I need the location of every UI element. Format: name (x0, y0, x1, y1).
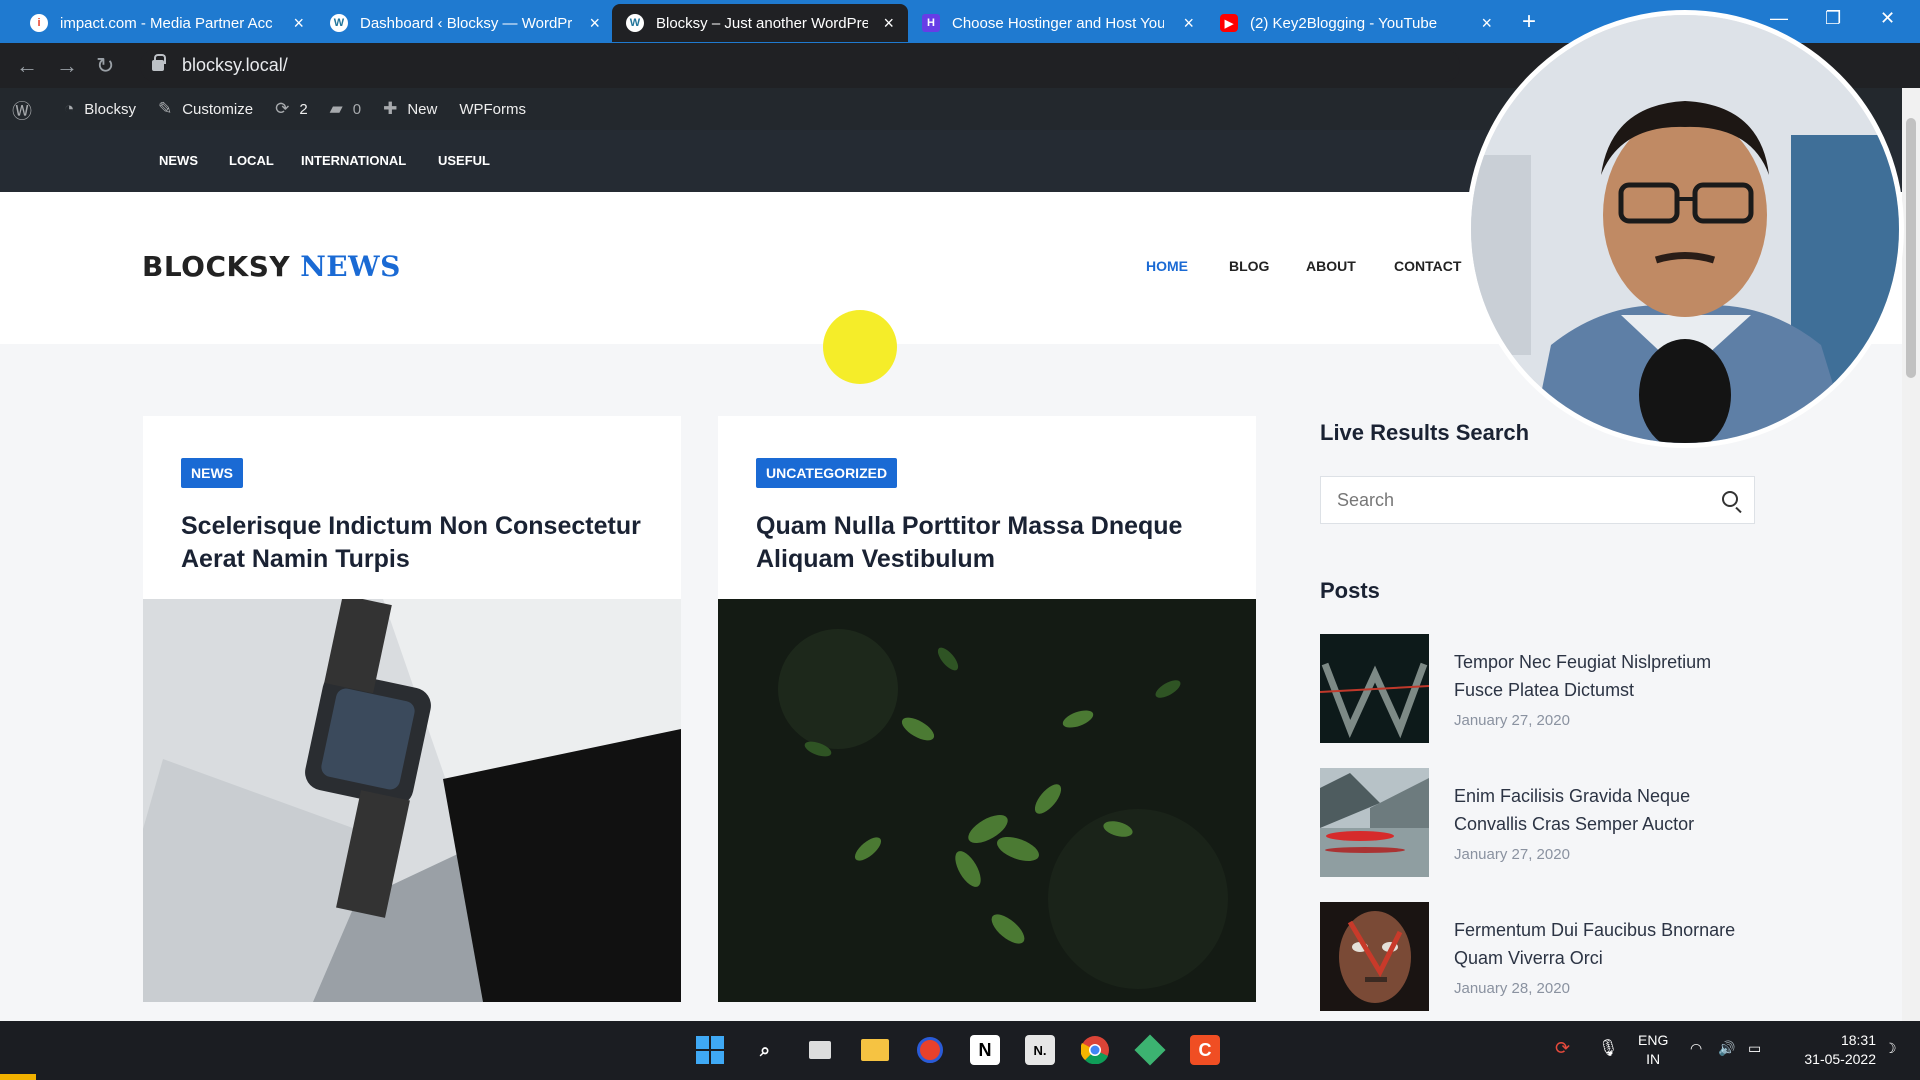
abstract-dark-thumb[interactable] (1320, 634, 1429, 743)
search-widget-title: Live Results Search (1320, 420, 1530, 445)
forward-icon[interactable]: → (56, 53, 78, 79)
nav-contact[interactable]: CONTACT (1394, 258, 1461, 274)
category-badge[interactable]: NEWS (181, 458, 243, 488)
top-menu-international[interactable]: INTERNATIONAL (301, 153, 406, 168)
wifi-icon[interactable]: ◠ (1690, 1039, 1702, 1058)
wordpress-icon: W (626, 14, 644, 32)
sidebar-post-title[interactable]: Tempor Nec Feugiat Nislpretium Fusce Pla… (1454, 648, 1754, 704)
sidebar-post-date: January 27, 2020 (1454, 712, 1570, 729)
windows-start-icon[interactable] (695, 1035, 725, 1065)
sync-icon[interactable]: ⟳ (1555, 1039, 1570, 1058)
notion-icon[interactable]: N (970, 1035, 1000, 1065)
close-tab-icon[interactable]: × (293, 13, 304, 34)
file-explorer-icon[interactable] (860, 1035, 890, 1065)
browser-tab-youtube[interactable]: ▶ (2) Key2Blogging - YouTube × (1206, 4, 1506, 42)
app-icon[interactable] (915, 1035, 945, 1065)
sidebar-post-date: January 27, 2020 (1454, 846, 1570, 863)
top-menu-news[interactable]: NEWS (159, 153, 198, 168)
search-icon[interactable] (1722, 491, 1738, 507)
nav-blog[interactable]: BLOG (1229, 258, 1269, 274)
search-input[interactable] (1337, 489, 1697, 511)
sidebar-post-title[interactable]: Fermentum Dui Faucibus Bnornare Quam Viv… (1454, 916, 1754, 972)
search-box (1320, 476, 1755, 524)
painted-face-thumb[interactable] (1320, 902, 1429, 1011)
lock-icon (152, 54, 166, 71)
taskbar-indicator (0, 1074, 36, 1080)
lake-boat-thumb[interactable] (1320, 768, 1429, 877)
search-taskbar-icon[interactable]: ⌕ (750, 1035, 780, 1065)
volume-icon[interactable]: 🔊 (1718, 1039, 1735, 1058)
back-icon[interactable]: ← (16, 53, 38, 79)
close-tab-icon[interactable]: × (883, 13, 894, 34)
post-title[interactable]: Scelerisque Indictum Non Consectetur Aer… (181, 510, 651, 576)
nav-about[interactable]: ABOUT (1306, 258, 1356, 274)
recorder-app-icon[interactable]: C (1190, 1035, 1220, 1065)
language-indicator[interactable]: ENG IN (1638, 1031, 1668, 1069)
microphone-icon[interactable]: 🎙 (1598, 1039, 1618, 1058)
cursor-highlight (823, 310, 897, 384)
dashboard-icon: ◔ (64, 99, 75, 118)
windows-taskbar: ⌕ N N. C ⟳ 🎙 ENG IN ◠ 🔊 ▭ 18:31 31-05-20… (0, 1021, 1920, 1080)
notes-app-icon[interactable]: N. (1025, 1035, 1055, 1065)
category-badge[interactable]: UNCATEGORIZED (756, 458, 898, 488)
youtube-icon: ▶ (1220, 14, 1238, 32)
presenter-video (1471, 15, 1899, 443)
webcam-overlay (1466, 10, 1904, 448)
post-title[interactable]: Quam Nulla Porttitor Massa Dneque Aliqua… (756, 510, 1226, 576)
close-tab-icon[interactable]: × (1183, 13, 1194, 34)
browser-tab-blocksy[interactable]: W Blocksy – Just another WordPress × (612, 4, 908, 42)
url-text: blocksy.local/ (182, 55, 288, 75)
post-card: NEWS Scelerisque Indictum Non Consectetu… (143, 416, 681, 1002)
scrollbar-thumb[interactable] (1906, 118, 1916, 378)
admin-new-link[interactable]: ✚ New (383, 99, 437, 119)
sidebar-post: Fermentum Dui Faucibus Bnornare Quam Viv… (1320, 902, 1760, 1012)
close-window-icon[interactable]: ✕ (1880, 8, 1895, 29)
posts-widget-title: Posts (1320, 578, 1380, 603)
close-tab-icon[interactable]: × (1481, 13, 1492, 34)
task-view-icon[interactable] (805, 1035, 835, 1065)
admin-site-link[interactable]: ◔ Blocksy (64, 99, 136, 119)
admin-updates-link[interactable]: ⟳ 2 (275, 99, 308, 119)
reload-icon[interactable]: ↻ (96, 53, 114, 79)
sidebar-post-date: January 28, 2020 (1454, 980, 1570, 997)
app-diamond-icon[interactable] (1134, 1034, 1166, 1066)
clock[interactable]: 18:31 31-05-2022 (1786, 1031, 1876, 1069)
site-logo[interactable]: BLOCKSY NEWS (142, 248, 401, 284)
maximize-icon[interactable]: ❐ (1825, 8, 1841, 29)
plus-icon: ✚ (383, 99, 398, 118)
browser-tab-impact[interactable]: i impact.com - Media Partner Acc × (16, 4, 318, 42)
top-menu-local[interactable]: LOCAL (229, 153, 274, 168)
notifications-icon[interactable]: ☽ (1884, 1039, 1897, 1058)
post-card: UNCATEGORIZED Quam Nulla Porttitor Massa… (718, 416, 1256, 1002)
updates-icon: ⟳ (275, 99, 290, 118)
smartwatch-and-phone-photo[interactable] (143, 599, 681, 1002)
admin-customize-link[interactable]: ✎ Customize (158, 99, 253, 119)
address-bar[interactable]: blocksy.local/ (140, 49, 1460, 82)
browser-tab-hostinger[interactable]: H Choose Hostinger and Host Your × (908, 4, 1208, 42)
page-scrollbar[interactable] (1902, 88, 1920, 1021)
admin-comments-link[interactable]: ▰ 0 (330, 99, 361, 119)
wordpress-logo-icon[interactable]: Ⓦ (12, 95, 42, 124)
browser-tab-dashboard[interactable]: W Dashboard ‹ Blocksy — WordPre × (316, 4, 614, 42)
brush-icon: ✎ (157, 99, 173, 118)
comment-icon: ▰ (329, 99, 343, 118)
chrome-icon[interactable] (1080, 1035, 1110, 1065)
close-tab-icon[interactable]: × (589, 13, 600, 34)
sidebar-post-title[interactable]: Enim Facilisis Gravida Neque Convallis C… (1454, 782, 1754, 838)
nav-home[interactable]: HOME (1146, 258, 1188, 274)
top-menu-useful[interactable]: USEFUL (438, 153, 490, 168)
wordpress-icon: W (330, 14, 348, 32)
sidebar-post: Tempor Nec Feugiat Nislpretium Fusce Pla… (1320, 634, 1760, 744)
battery-icon[interactable]: ▭ (1748, 1039, 1761, 1058)
hostinger-icon: H (922, 14, 940, 32)
green-leaves-photo[interactable] (718, 599, 1256, 1002)
new-tab-button[interactable]: + (1522, 8, 1536, 36)
admin-wpforms-link[interactable]: WPForms (459, 101, 526, 118)
minimize-icon[interactable]: — (1770, 8, 1788, 29)
sidebar-post: Enim Facilisis Gravida Neque Convallis C… (1320, 768, 1760, 878)
impact-icon: i (30, 14, 48, 32)
